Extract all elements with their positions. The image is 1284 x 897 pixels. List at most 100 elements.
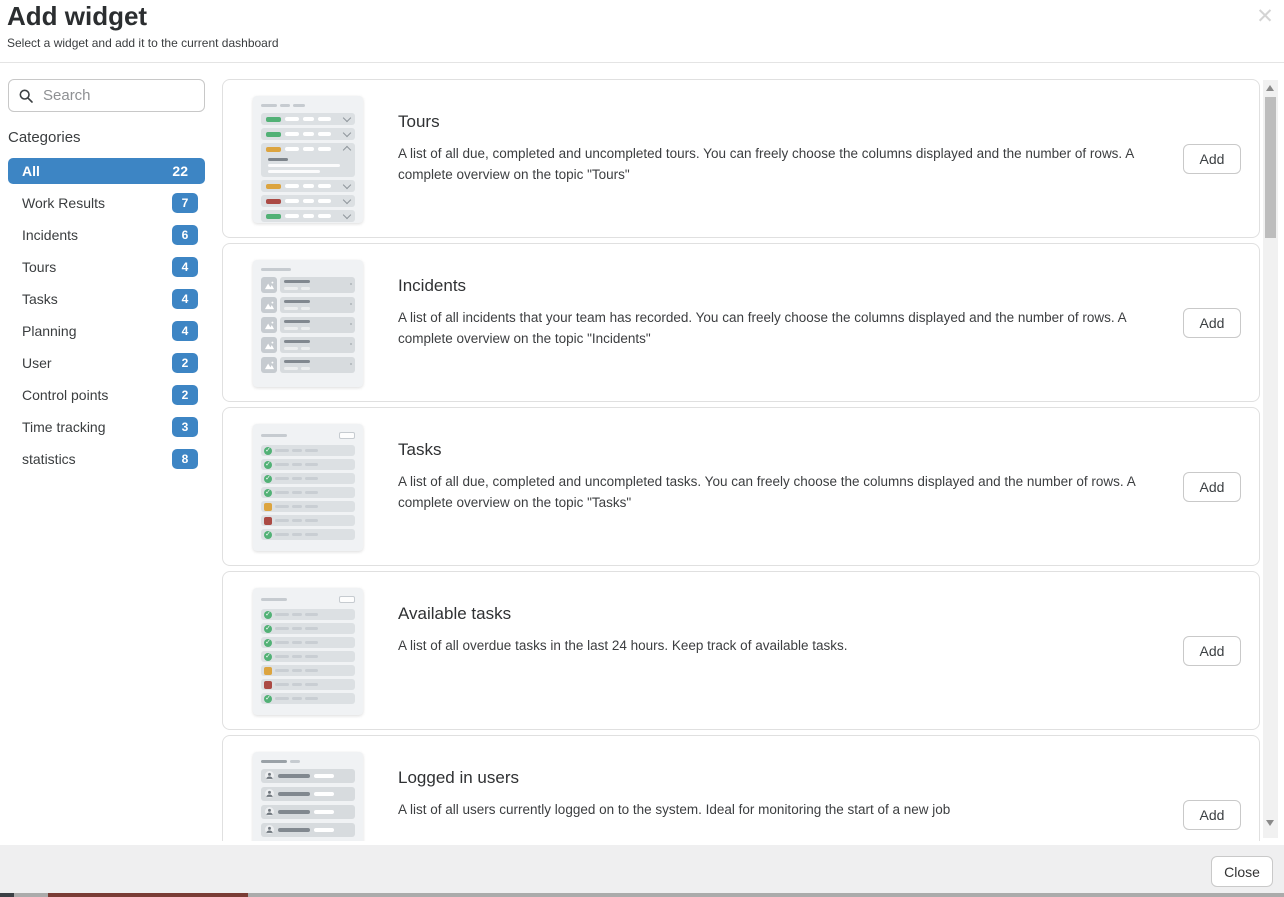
task-row: ✓ <box>261 459 355 470</box>
category-item-control-points[interactable]: Control points 2 <box>8 382 205 408</box>
scrollbar-thumb[interactable] <box>1265 97 1276 238</box>
incident-row-bar <box>280 317 355 333</box>
add-button[interactable]: Add <box>1183 800 1241 830</box>
placeholder-dash <box>305 449 318 452</box>
category-label: User <box>22 355 52 371</box>
placeholder-dash <box>261 598 287 601</box>
placeholder-dash <box>305 533 318 536</box>
incident-row-bar <box>280 277 355 293</box>
placeholder-dash <box>305 491 318 494</box>
widget-card-logged-in-users: Logged in users A list of all users curr… <box>222 735 1260 841</box>
task-row: ✓ <box>261 651 355 662</box>
thumbnail-header <box>261 760 355 763</box>
header-button-placeholder <box>339 432 355 439</box>
placeholder-dash <box>292 533 302 536</box>
status-pill <box>266 198 281 204</box>
placeholder-dash <box>275 533 289 536</box>
placeholder-dash <box>285 132 299 136</box>
row-dot <box>350 323 352 325</box>
add-button[interactable]: Add <box>1183 308 1241 338</box>
thumbnail-header <box>261 268 355 271</box>
incident-row <box>261 317 355 333</box>
placeholder-dash <box>275 697 289 700</box>
widget-description: A list of all due, completed and uncompl… <box>398 474 1135 510</box>
scroll-down-arrow-icon[interactable] <box>1266 820 1274 826</box>
search-input[interactable] <box>41 86 195 105</box>
user-row <box>261 805 355 819</box>
task-row: ✓ <box>261 609 355 620</box>
placeholder-dash <box>292 627 302 630</box>
add-button[interactable]: Add <box>1183 144 1241 174</box>
tour-row-line <box>266 210 352 222</box>
tour-row-line <box>266 113 352 125</box>
category-item-work-results[interactable]: Work Results 7 <box>8 190 205 216</box>
tour-row-line <box>266 128 352 140</box>
incident-row <box>261 297 355 313</box>
user-row <box>261 787 355 801</box>
placeholder-dash <box>275 669 289 672</box>
category-item-planning[interactable]: Planning 4 <box>8 318 205 344</box>
placeholder-dash <box>284 280 310 283</box>
task-row: ✓ <box>261 529 355 540</box>
status-pill <box>266 183 281 189</box>
widget-title: Tasks <box>398 440 442 459</box>
check-icon: ✓ <box>264 446 272 455</box>
modal-header: Add widget Select a widget and add it to… <box>0 0 1284 63</box>
modal-footer: Close <box>0 845 1284 893</box>
placeholder-dash <box>292 519 302 522</box>
chevron-down-icon <box>342 180 352 190</box>
header-button-placeholder <box>339 596 355 603</box>
widget-thumbnail: ✓ ✓ ✓ ✓ ✓ <box>253 424 363 551</box>
scroll-up-arrow-icon[interactable] <box>1266 85 1274 91</box>
placeholder-dash <box>292 655 302 658</box>
widget-list: Tours A list of all due, completed and u… <box>222 78 1262 841</box>
category-item-tours[interactable]: Tours 4 <box>8 254 205 280</box>
placeholder-dash <box>284 347 298 350</box>
categories-label: Categories <box>8 129 81 146</box>
widget-title: Logged in users <box>398 768 519 787</box>
category-item-user[interactable]: User 2 <box>8 350 205 376</box>
add-button[interactable]: Add <box>1183 472 1241 502</box>
category-item-all[interactable]: All 22 <box>8 158 205 184</box>
add-button[interactable]: Add <box>1183 636 1241 666</box>
chevron-up-icon <box>342 145 352 155</box>
placeholder-dash <box>314 774 334 778</box>
thumbnail-header <box>261 104 355 107</box>
category-count-badge: 7 <box>172 193 198 213</box>
close-icon[interactable]: ✕ <box>1252 4 1278 30</box>
placeholder-dash <box>278 774 310 778</box>
check-icon: ✓ <box>264 694 272 703</box>
category-item-incidents[interactable]: Incidents 6 <box>8 222 205 248</box>
placeholder-dash <box>303 184 314 188</box>
category-count-badge: 4 <box>172 257 198 277</box>
person-icon <box>265 821 274 839</box>
placeholder-dash <box>314 828 334 832</box>
placeholder-dash <box>303 199 314 203</box>
widget-card-tours: Tours A list of all due, completed and u… <box>222 79 1260 238</box>
category-count-badge: 2 <box>172 385 198 405</box>
category-label: Control points <box>22 387 109 403</box>
category-item-time-tracking[interactable]: Time tracking 3 <box>8 414 205 440</box>
category-count-badge: 3 <box>172 417 198 437</box>
scrollbar-track[interactable] <box>1263 80 1278 838</box>
task-row <box>261 679 355 690</box>
thumbnail-header <box>261 596 355 603</box>
status-square-icon <box>264 666 272 675</box>
tour-row <box>261 128 355 140</box>
tour-row-line <box>266 195 352 207</box>
close-button[interactable]: Close <box>1211 856 1273 887</box>
placeholder-dash <box>303 117 314 121</box>
category-item-statistics[interactable]: statistics 8 <box>8 446 205 472</box>
incident-row <box>261 357 355 373</box>
widget-description: A list of all due, completed and uncompl… <box>398 146 1134 182</box>
placeholder-dash <box>305 627 318 630</box>
task-row: ✓ <box>261 637 355 648</box>
placeholder-dash <box>292 491 302 494</box>
placeholder-dash <box>292 669 302 672</box>
placeholder-dash <box>261 434 287 437</box>
placeholder-dash <box>305 505 318 508</box>
category-item-tasks[interactable]: Tasks 4 <box>8 286 205 312</box>
category-label: Tasks <box>22 291 58 307</box>
placeholder-dash <box>285 199 299 203</box>
incident-row-bar <box>280 337 355 353</box>
